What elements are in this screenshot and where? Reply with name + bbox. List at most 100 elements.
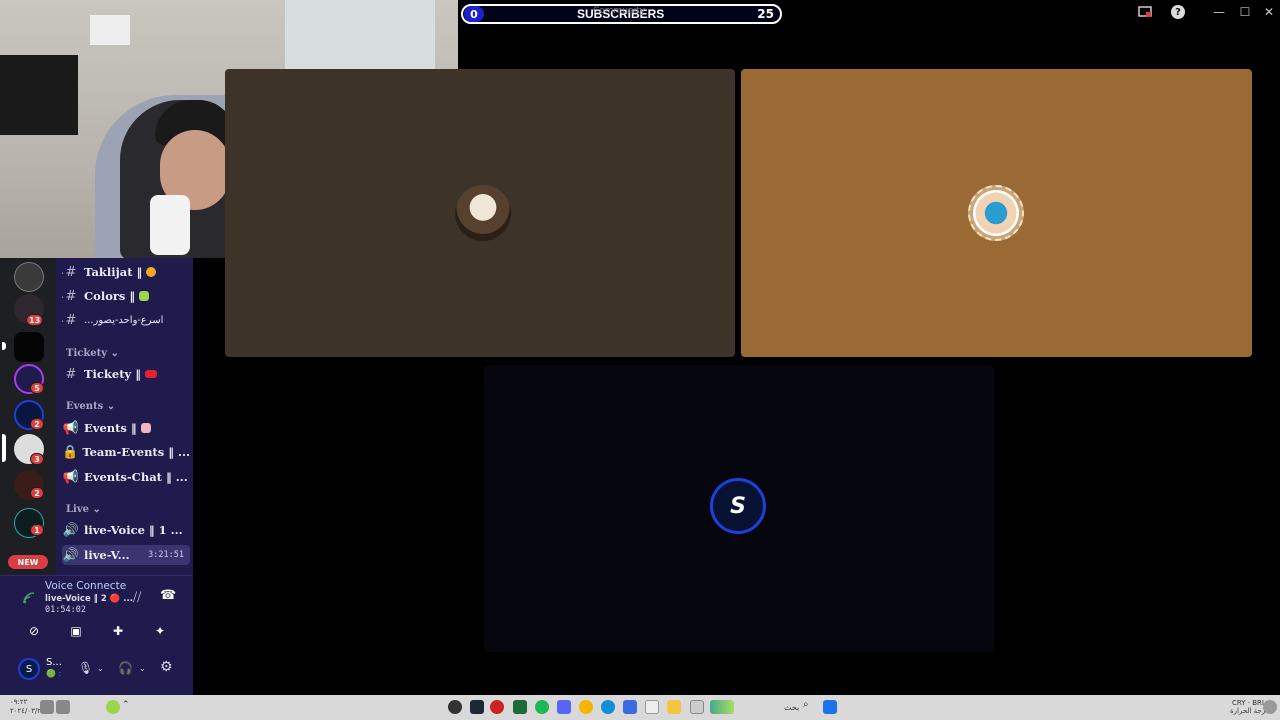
task-view-icon[interactable] xyxy=(690,700,704,714)
megaphone-icon: 📢 xyxy=(62,469,80,485)
channel-events-chat[interactable]: 📢 Events-Chat ‖ ... xyxy=(62,467,190,487)
server-icon-1[interactable] xyxy=(14,262,44,292)
wifi-icon[interactable] xyxy=(56,700,70,714)
user-name: S... xyxy=(46,657,62,668)
speaker-icon: 🔊 xyxy=(62,522,80,538)
disconnect-icon[interactable]: ☎ xyxy=(160,588,176,603)
search-label[interactable]: بحث xyxy=(784,703,799,712)
weather-icon[interactable] xyxy=(1263,700,1277,714)
tray-app-icon[interactable] xyxy=(106,700,120,714)
soundboard-button[interactable]: ✦ xyxy=(143,620,177,642)
channel-live-voice-2[interactable]: 🔊 live-V... 3:21:51 xyxy=(62,545,190,565)
user-bar: S S... 🟢 : 🎙 ⌄ 🎧 ⌄ ⚙ xyxy=(0,655,193,695)
hash-icon: # xyxy=(65,264,77,280)
pencil-emoji-icon xyxy=(139,291,150,301)
server-unread-pip xyxy=(2,342,6,350)
channel-team-events[interactable]: 🔒 Team-Events ‖ ... xyxy=(62,442,190,462)
steam-icon[interactable] xyxy=(470,700,484,714)
camera-off-button[interactable]: ⊘ xyxy=(17,620,51,642)
channel-label: ...اسرع-واحد-يصور xyxy=(84,314,164,326)
noise-suppression-icon[interactable]: ⧸⧸ xyxy=(133,590,141,605)
help-glyph: ? xyxy=(1171,5,1185,19)
start-icon[interactable] xyxy=(823,700,837,714)
user-avatar[interactable]: S xyxy=(18,658,40,680)
server-icon-3[interactable] xyxy=(14,332,44,362)
search-icon[interactable]: ⌕ xyxy=(803,699,817,713)
channel-label: Events ‖ xyxy=(84,421,137,435)
notification-icon[interactable] xyxy=(40,700,54,714)
help-icon[interactable]: ? xyxy=(1170,3,1186,21)
terminal-icon[interactable] xyxy=(513,700,527,714)
channel-tickety[interactable]: # Tickety ‖ xyxy=(62,364,190,384)
soundboard-icon: ✦ xyxy=(154,624,166,638)
voice-channel-name[interactable]: live-Voice ‖ 2 🔴 ... xyxy=(45,594,133,604)
screen-share-icon[interactable] xyxy=(1137,3,1153,21)
category-events[interactable]: Events ⌄ xyxy=(66,401,115,412)
channel-label: live-V... xyxy=(84,548,130,562)
category-tickety[interactable]: Tickety ⌄ xyxy=(66,348,119,359)
chevron-right-icon: ▶ xyxy=(62,316,63,325)
widgets-icon[interactable] xyxy=(710,700,734,714)
taskbar-time: ٠٩:٢٢ xyxy=(10,698,28,706)
minimize-button[interactable]: — xyxy=(1212,3,1226,21)
maximize-button[interactable]: ☐ xyxy=(1238,3,1252,21)
channel-label: Tickety ‖ xyxy=(84,367,141,381)
server-badge-4: 3 xyxy=(30,453,44,465)
store-icon[interactable] xyxy=(645,700,659,714)
obs-icon[interactable] xyxy=(448,700,462,714)
signal-icon xyxy=(22,590,36,604)
edge-icon[interactable] xyxy=(601,700,615,714)
chevron-right-icon: ▶ xyxy=(62,292,63,301)
weather-top: CRY · BRI xyxy=(1232,699,1264,707)
webcam-background-tv xyxy=(0,55,78,135)
close-button[interactable]: ✕ xyxy=(1262,3,1276,21)
channel-live-voice-1[interactable]: 🔊 live-Voice ‖ 1 ... xyxy=(62,520,190,540)
settings-gear-icon[interactable]: ⚙ xyxy=(160,659,173,675)
chrome-icon[interactable] xyxy=(579,700,593,714)
ticket-emoji-icon xyxy=(144,370,157,378)
channel-label: live-Voice ‖ 1 ... xyxy=(84,523,183,537)
channel-colors[interactable]: ▶ # Colors ‖ xyxy=(62,286,190,306)
channel-label: Colors ‖ xyxy=(84,289,136,303)
server-badge-6: 1 xyxy=(30,524,44,536)
channel-label: Team-Events ‖ ... xyxy=(82,445,190,459)
voice-connected-title: Voice Connecte xyxy=(45,580,127,592)
server-badge-2: 5 xyxy=(30,382,44,394)
channel-events[interactable]: 📢 Events ‖ xyxy=(62,418,190,438)
subscribers-goal-bar: 0 Community SUBSCRIBERS 25 xyxy=(461,4,782,24)
hash-icon: # xyxy=(65,312,77,328)
vscode-icon[interactable] xyxy=(623,700,637,714)
headphones-icon[interactable]: 🎧 xyxy=(118,661,133,675)
lock-icon: 🔒 xyxy=(62,444,79,460)
spotify-icon[interactable] xyxy=(535,700,549,714)
house-emoji-icon xyxy=(140,423,151,433)
file-explorer-icon[interactable] xyxy=(667,700,681,714)
server-badge-3: 2 xyxy=(30,418,44,430)
discord-icon[interactable] xyxy=(557,700,571,714)
app-icon[interactable] xyxy=(490,700,504,714)
category-live[interactable]: Live ⌄ xyxy=(66,504,101,515)
channel-taklijat[interactable]: ▶ # Taklijat ‖ xyxy=(62,262,190,282)
channel-timer: 3:21:51 xyxy=(148,550,184,560)
activities-button[interactable]: ✚ xyxy=(101,620,135,642)
voice-elapsed: 01:54:02 xyxy=(45,605,86,615)
server-selected-pip xyxy=(2,434,6,462)
channel-arabic[interactable]: ▶ # ...اسرع-واحد-يصور xyxy=(62,310,190,330)
chevron-down-icon[interactable]: ⌄ xyxy=(139,664,146,673)
screen-share-button[interactable]: ▣ xyxy=(59,620,93,642)
user-status: 🟢 : xyxy=(46,669,62,678)
subscribers-current: 0 xyxy=(464,6,484,22)
microphone-icon[interactable]: 🎙 xyxy=(78,661,93,675)
taskbar: ٠٩:٢٢ ٢٠٢٤/٠٣/٢٧ ⌃ بحث ⌕ CRY · BRI درجة … xyxy=(0,695,1280,720)
channel-label: Events-Chat ‖ ... xyxy=(84,470,188,484)
chevron-down-icon[interactable]: ⌄ xyxy=(97,664,104,673)
webcam-background-frame xyxy=(90,15,130,45)
participant-3-avatar: S xyxy=(710,478,766,534)
megaphone-icon: 📢 xyxy=(62,420,80,436)
participant-1-avatar xyxy=(455,185,511,241)
chevron-up-icon[interactable]: ⌃ xyxy=(122,700,136,714)
server-badge-1: 13 xyxy=(26,314,44,326)
server-badge-5: 2 xyxy=(30,487,44,499)
subscribers-ghost-text: Community xyxy=(593,6,646,16)
activities-icon: ✚ xyxy=(112,624,124,638)
